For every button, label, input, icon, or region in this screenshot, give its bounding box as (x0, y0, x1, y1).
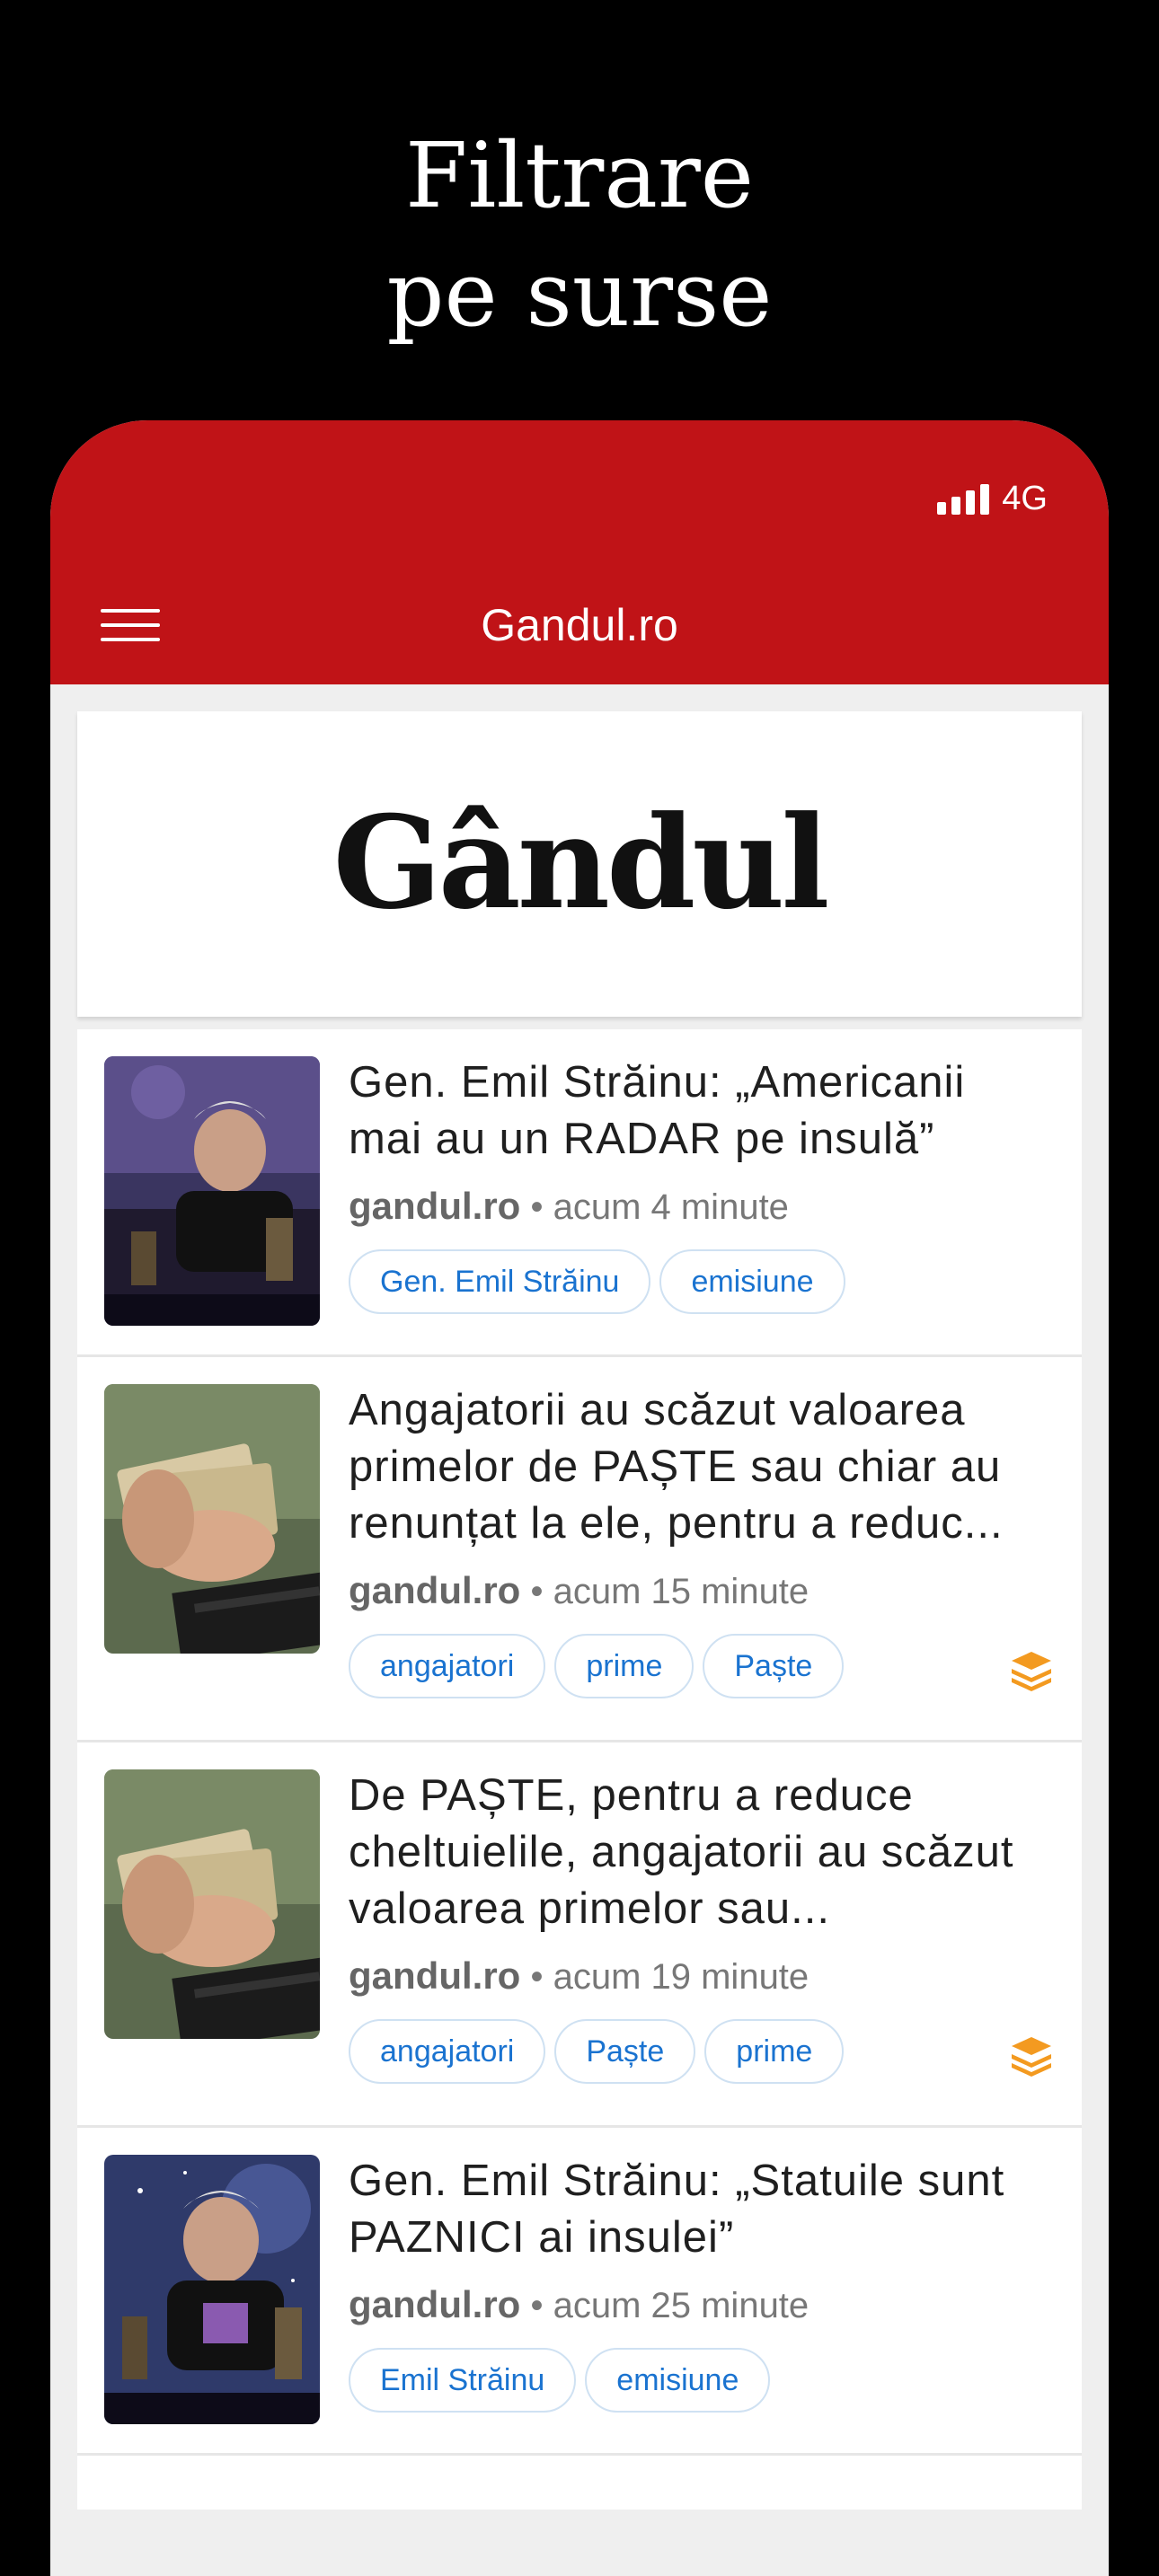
logo-text: Gândul (333, 792, 827, 936)
article-source: gandul.ro (349, 1954, 521, 1997)
article-meta: gandul.ro • acum 4 minute (349, 1184, 1046, 1230)
status-bar: 4G (937, 476, 1048, 521)
tag-chip[interactable]: emisiune (585, 2348, 771, 2413)
article-thumbnail (104, 1056, 320, 1326)
next-item-peek (77, 2456, 1082, 2510)
signal-icon (937, 482, 990, 515)
news-item[interactable]: De PAȘTE, pentru a reduce cheltuielile, … (77, 1742, 1082, 2128)
tag-chip[interactable]: Paște (554, 2019, 696, 2084)
article-thumbnail (104, 1769, 320, 2039)
news-list: Gen. Emil Străinu: „Americanii mai au un… (77, 1029, 1082, 2510)
article-time: acum 4 minute (553, 1187, 789, 1227)
tag-list: Emil Străinu emisiune (349, 2348, 1046, 2413)
tag-list: angajatori Paște prime (349, 2019, 1046, 2084)
meta-separator: • (530, 2286, 553, 2325)
news-item[interactable]: Gen. Emil Străinu: „Statuile sunt PAZNIC… (77, 2128, 1082, 2456)
promo-title-line1: Filtrare (405, 123, 754, 228)
promo-title-line2: pe surse (386, 242, 773, 347)
source-logo-card: Gândul (77, 711, 1082, 1017)
article-thumbnail (104, 2155, 320, 2424)
news-item[interactable]: Angajatorii au scăzut valoarea primelor … (77, 1357, 1082, 1742)
tag-chip[interactable]: angajatori (349, 2019, 546, 2084)
gandul-logo: Gândul (333, 792, 831, 936)
meta-separator: • (530, 1187, 553, 1227)
article-meta: gandul.ro • acum 25 minute (349, 2282, 1046, 2328)
article-title[interactable]: De PAȘTE, pentru a reduce cheltuielile, … (349, 1768, 1046, 1937)
article-time: acum 15 minute (553, 1572, 810, 1611)
meta-separator: • (530, 1957, 553, 1997)
tag-chip[interactable]: prime (704, 2019, 845, 2084)
article-title[interactable]: Angajatorii au scăzut valoarea primelor … (349, 1382, 1046, 1552)
layers-stack-icon[interactable] (1008, 2032, 1055, 2078)
article-meta: gandul.ro • acum 19 minute (349, 1954, 1046, 1999)
article-source: gandul.ro (349, 2283, 521, 2325)
promo-title: Filtrare pe surse (0, 117, 1159, 354)
tag-chip[interactable]: angajatori (349, 1634, 546, 1698)
tag-list: Gen. Emil Străinu emisiune (349, 1249, 1046, 1314)
article-source: gandul.ro (349, 1185, 521, 1227)
article-time: acum 25 minute (553, 2286, 810, 2325)
article-meta: gandul.ro • acum 15 minute (349, 1568, 1046, 1614)
meta-separator: • (530, 1572, 553, 1611)
layers-stack-icon[interactable] (1008, 1646, 1055, 1693)
article-title[interactable]: Gen. Emil Străinu: „Americanii mai au un… (349, 1054, 1046, 1168)
article-thumbnail (104, 1384, 320, 1654)
article-source: gandul.ro (349, 1569, 521, 1611)
article-title[interactable]: Gen. Emil Străinu: „Statuile sunt PAZNIC… (349, 2153, 1046, 2266)
tag-chip[interactable]: Gen. Emil Străinu (349, 1249, 651, 1314)
article-time: acum 19 minute (553, 1957, 810, 1997)
tag-chip[interactable]: prime (554, 1634, 695, 1698)
tag-chip[interactable]: Paște (703, 1634, 845, 1698)
phone-screen: 4G Gandul.ro Gândul Gen. Emil Străinu: „… (50, 420, 1109, 2576)
app-bar: 4G Gandul.ro (50, 420, 1109, 684)
news-item[interactable]: Gen. Emil Străinu: „Americanii mai au un… (77, 1029, 1082, 1357)
tag-chip[interactable]: Emil Străinu (349, 2348, 577, 2413)
tag-chip[interactable]: emisiune (659, 1249, 845, 1314)
app-bar-title: Gandul.ro (481, 600, 678, 650)
tag-list: angajatori prime Paște (349, 1634, 1046, 1698)
network-label: 4G (1002, 479, 1048, 517)
